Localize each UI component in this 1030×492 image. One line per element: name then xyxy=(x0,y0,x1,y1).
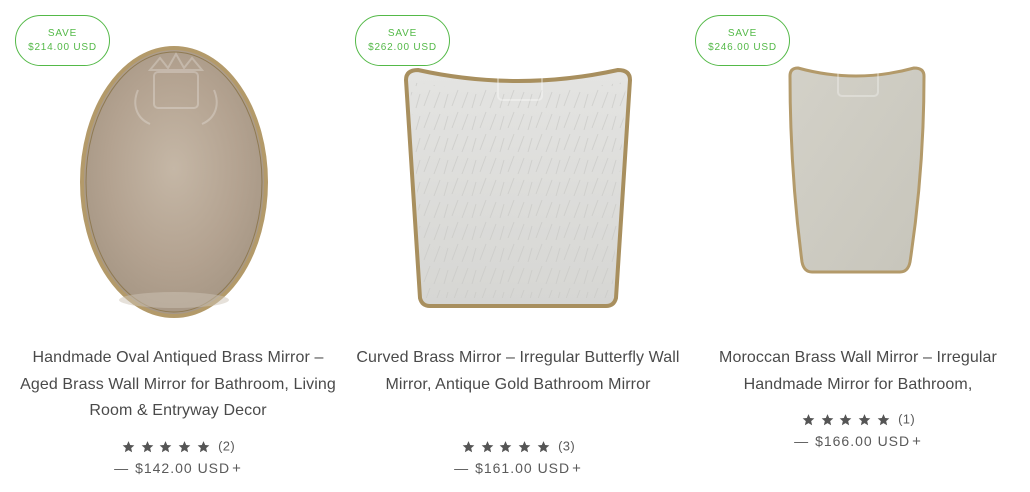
star-icon xyxy=(481,441,493,453)
product-title[interactable]: Moroccan Brass Wall Mirror – Irregular H… xyxy=(693,345,1023,398)
product-price: — $142.00 USD + xyxy=(8,458,348,478)
product-card-moroccan-mirror[interactable]: SAVE $246.00 USD Moroccan Brass Wall Mir… xyxy=(688,0,1028,492)
product-title[interactable]: Curved Brass Mirror – Irregular Butterfl… xyxy=(353,345,683,398)
save-badge-label: SAVE xyxy=(47,28,78,39)
save-badge: SAVE $262.00 USD xyxy=(355,15,450,66)
star-icon xyxy=(141,441,153,453)
star-icon xyxy=(537,441,549,453)
star-icon xyxy=(122,441,135,453)
product-price: — $166.00 USD + xyxy=(688,431,1028,451)
save-badge-label: SAVE xyxy=(727,28,758,39)
price-value: $142.00 USD xyxy=(135,460,231,476)
product-grid: SAVE $214.00 USD Handmade Oval Antiqued … xyxy=(0,0,1030,492)
star-icon xyxy=(462,441,475,453)
price-dash: — xyxy=(794,433,810,449)
price-plus: + xyxy=(912,433,922,450)
price-plus: + xyxy=(232,460,242,477)
star-icon xyxy=(858,414,871,426)
rating-stars xyxy=(801,411,891,429)
product-card-oval-mirror[interactable]: SAVE $214.00 USD Handmade Oval Antiqued … xyxy=(8,0,348,492)
price-dash: — xyxy=(114,460,130,476)
rating-stars xyxy=(121,438,211,456)
star-icon xyxy=(499,441,512,453)
price-value: $161.00 USD xyxy=(475,460,571,476)
star-icon xyxy=(518,441,531,453)
price-dash: — xyxy=(454,460,470,476)
save-badge-amount: $246.00 USD xyxy=(708,42,777,53)
product-rating: (1) xyxy=(688,410,1028,428)
star-icon xyxy=(159,441,172,453)
save-badge-label: SAVE xyxy=(387,28,418,39)
product-rating: (3) xyxy=(348,437,688,455)
rating-count: (2) xyxy=(218,438,235,454)
product-title[interactable]: Handmade Oval Antiqued Brass Mirror – Ag… xyxy=(13,345,343,425)
star-icon xyxy=(877,414,889,426)
price-plus: + xyxy=(572,460,582,477)
rating-count: (1) xyxy=(898,411,915,427)
save-badge: SAVE $246.00 USD xyxy=(695,15,790,66)
save-badge: SAVE $214.00 USD xyxy=(15,15,110,66)
star-icon xyxy=(839,414,852,426)
star-icon xyxy=(821,414,833,426)
price-value: $166.00 USD xyxy=(815,433,911,449)
save-badge-amount: $262.00 USD xyxy=(368,42,437,53)
save-badge-amount: $214.00 USD xyxy=(28,42,97,53)
rating-stars xyxy=(461,438,551,456)
product-rating: (2) xyxy=(8,437,348,455)
product-card-curved-mirror[interactable]: SAVE $262.00 USD Curved Brass Mirror – I… xyxy=(348,0,688,492)
star-icon xyxy=(802,414,815,426)
star-icon xyxy=(197,441,209,453)
star-icon xyxy=(178,441,191,453)
product-price: — $161.00 USD + xyxy=(348,458,688,478)
rating-count: (3) xyxy=(558,438,575,454)
